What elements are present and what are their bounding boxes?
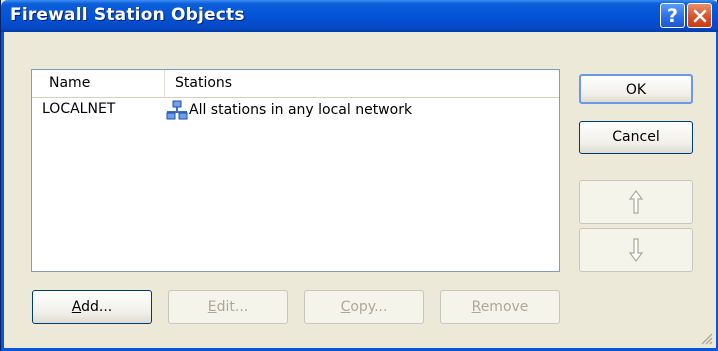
remove-button-label: emove — [480, 299, 529, 315]
station-objects-list[interactable]: Name Stations LOCALNET All stations in a… — [31, 69, 560, 272]
remove-button[interactable]: Remove — [440, 290, 560, 324]
window-frame-left — [1, 32, 4, 351]
close-icon — [693, 9, 706, 22]
help-button[interactable]: ? — [660, 3, 685, 28]
list-item[interactable]: LOCALNET All stations in any local netwo… — [32, 98, 559, 122]
help-icon: ? — [666, 4, 679, 27]
move-down-button[interactable] — [579, 228, 693, 272]
add-button-label: dd... — [81, 299, 113, 315]
cancel-button[interactable]: Cancel — [579, 121, 693, 154]
list-item-stations: All stations in any local network — [166, 100, 412, 120]
copy-button-mnemonic: C — [340, 299, 351, 315]
column-header-name[interactable]: Name — [32, 70, 165, 97]
list-item-stations-text: All stations in any local network — [189, 102, 413, 118]
firewall-station-objects-dialog: Firewall Station Objects ? Name Stations… — [0, 0, 718, 351]
arrow-up-icon — [628, 190, 644, 214]
resize-grip-icon[interactable] — [699, 331, 713, 345]
window-title: Firewall Station Objects — [10, 5, 245, 25]
add-button-mnemonic: A — [71, 299, 82, 315]
ok-button[interactable]: OK — [579, 74, 693, 104]
list-header: Name Stations — [32, 70, 559, 98]
edit-button-label: dit... — [216, 299, 249, 315]
list-item-name: LOCALNET — [42, 101, 116, 117]
network-icon — [166, 100, 188, 120]
column-header-stations[interactable]: Stations — [165, 70, 559, 97]
arrow-down-icon — [628, 238, 644, 262]
edit-button-mnemonic: E — [207, 299, 217, 315]
edit-button[interactable]: Edit... — [168, 290, 288, 324]
copy-button[interactable]: Copy... — [304, 290, 424, 324]
move-up-button[interactable] — [579, 180, 693, 224]
remove-button-mnemonic: R — [471, 299, 481, 315]
title-bar[interactable]: Firewall Station Objects ? — [1, 0, 718, 32]
add-button[interactable]: Add... — [32, 290, 152, 324]
close-button[interactable] — [687, 3, 712, 28]
copy-button-label: opy... — [350, 299, 388, 315]
